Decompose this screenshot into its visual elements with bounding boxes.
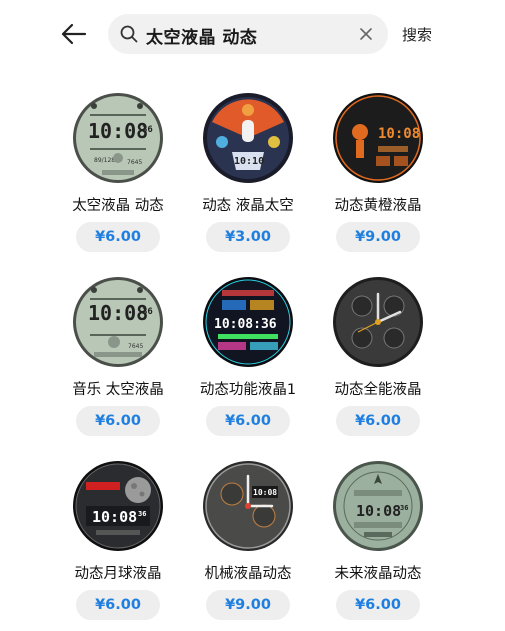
price-button[interactable]: ¥6.00 (206, 406, 290, 436)
svg-text:10:10: 10:10 (234, 156, 264, 167)
svg-text:36: 36 (138, 510, 146, 518)
watch-face-thumbnail: 10:08 (333, 93, 423, 183)
price-button[interactable]: ¥6.00 (76, 222, 160, 252)
svg-text:89/128: 89/128 (94, 157, 115, 164)
svg-text:10:08:36: 10:08:36 (214, 317, 277, 332)
watch-face-name: 机械液晶动态 (204, 566, 292, 582)
svg-text:36: 36 (142, 307, 153, 317)
watch-face-name: 动态功能液晶1 (199, 382, 297, 398)
watch-face-card[interactable]: 10:08 36 动态月球液晶 ¥6.00 (46, 460, 186, 630)
watch-face-thumbnail: 10:08 36 89/128 7645 (73, 93, 163, 183)
watch-face-name: 动态黄橙液晶 (334, 198, 422, 214)
watch-face-thumbnail: 10:08 36 (73, 461, 163, 551)
watch-face-name: 动态 液晶太空 (202, 198, 294, 214)
watch-face-card[interactable]: 10:08 36 未来液晶动态 ¥6.00 (306, 460, 446, 630)
svg-text:7645: 7645 (127, 159, 142, 166)
price-button[interactable]: ¥6.00 (336, 406, 420, 436)
watch-face-thumbnail: 10:08 (203, 461, 293, 551)
watch-face-thumbnail: 10:08 36 7645 (73, 277, 163, 367)
watch-face-card[interactable]: 10:08 机械液晶动态 ¥9.00 (176, 460, 316, 630)
price-button[interactable]: ¥6.00 (76, 406, 160, 436)
price-button[interactable]: ¥6.00 (76, 590, 160, 620)
watch-face-card[interactable]: 10:08:36 动态功能液晶1 ¥6.00 (176, 276, 316, 446)
svg-text:36: 36 (142, 125, 153, 135)
watch-face-card[interactable]: 10:08 动态黄橙液晶 ¥9.00 (306, 92, 446, 262)
price-button[interactable]: ¥6.00 (336, 590, 420, 620)
svg-text:10:08: 10:08 (356, 502, 401, 520)
svg-text:10:08: 10:08 (253, 488, 277, 497)
watch-face-name: 动态月球液晶 (74, 566, 162, 582)
search-results-screen: 太空液晶 动态 搜索 10:08 36 89/128 7645 太空液晶 动态 … (0, 0, 505, 631)
watch-face-card[interactable]: 动态全能液晶 ¥6.00 (306, 276, 446, 446)
watch-face-name: 音乐 太空液晶 (72, 382, 164, 398)
watch-face-thumbnail: 10:10 (203, 93, 293, 183)
watch-face-thumbnail (333, 277, 423, 367)
price-button[interactable]: ¥9.00 (206, 590, 290, 620)
price-button[interactable]: ¥9.00 (336, 222, 420, 252)
price-button[interactable]: ¥3.00 (206, 222, 290, 252)
watch-face-card[interactable]: 10:08 36 7645 音乐 太空液晶 ¥6.00 (46, 276, 186, 446)
watch-face-card[interactable]: 10:08 36 89/128 7645 太空液晶 动态 ¥6.00 (46, 92, 186, 262)
watch-face-thumbnail: 10:08:36 (203, 277, 293, 367)
watch-face-name: 动态全能液晶 (334, 382, 422, 398)
watch-face-card[interactable]: 10:10 动态 液晶太空 ¥3.00 (176, 92, 316, 262)
watch-face-grid: 10:08 36 89/128 7645 太空液晶 动态 ¥6.00 10:10 (0, 0, 505, 631)
watch-face-thumbnail: 10:08 36 (333, 461, 423, 551)
svg-text:7645: 7645 (128, 343, 143, 350)
watch-face-name: 太空液晶 动态 (72, 198, 164, 214)
svg-text:10:08: 10:08 (378, 126, 420, 142)
watch-face-name: 未来液晶动态 (334, 566, 422, 582)
svg-text:10:08: 10:08 (88, 119, 148, 143)
svg-text:10:08: 10:08 (92, 508, 137, 526)
svg-text:10:08: 10:08 (88, 301, 148, 325)
svg-text:36: 36 (400, 504, 408, 512)
